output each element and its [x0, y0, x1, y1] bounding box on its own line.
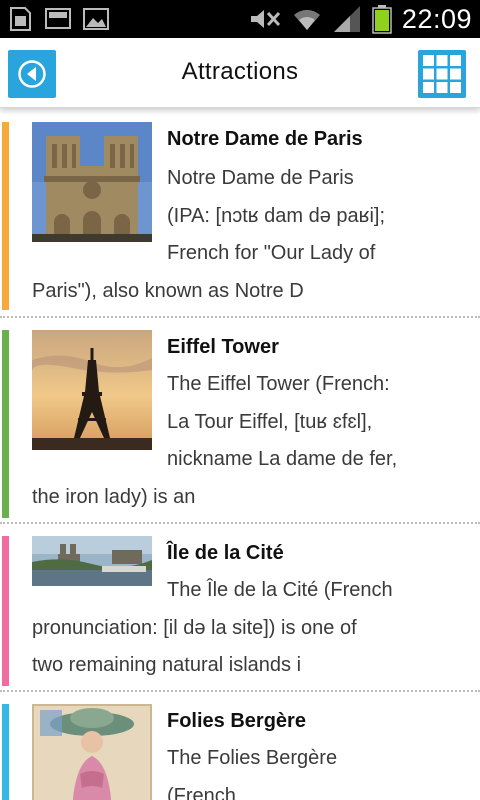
thumbnail-folies-bergere: [32, 704, 152, 800]
description-line: La Tour Eiffel, [tuʁ ɛfɛl],: [167, 411, 373, 433]
description-line: The Île de la Cité (French: [167, 579, 393, 601]
color-stripe: [2, 536, 9, 686]
description-line: French for "Our Lady of: [167, 242, 376, 264]
attraction-title: Île de la Cité: [167, 542, 284, 564]
attraction-title: Folies Bergère: [167, 710, 306, 732]
attraction-title: Eiffel Tower: [167, 336, 279, 358]
thumbnail-notre-dame: [32, 122, 152, 242]
description-line: Notre Dame de Paris: [167, 167, 354, 189]
color-stripe: [2, 704, 9, 800]
list-item-folies-bergere[interactable]: Folies Bergère The Folies Bergère (Frenc…: [0, 692, 480, 800]
description-line: the iron lady) is an: [32, 486, 196, 508]
color-stripe: [2, 122, 9, 310]
page-title: Attractions: [181, 58, 299, 85]
wifi-icon: [293, 9, 320, 30]
sim-card-icon: [10, 7, 31, 31]
status-bar: 22:09: [0, 0, 480, 38]
image-icon: [83, 8, 109, 30]
color-stripe: [2, 330, 9, 518]
description-line: pronunciation: [il də la site]) is one o…: [32, 617, 357, 639]
grid-view-button[interactable]: [418, 50, 466, 98]
screen-icon: [45, 8, 71, 29]
clock: 22:09: [401, 3, 472, 34]
description-line: two remaining natural islands i: [32, 654, 302, 676]
thumbnail-eiffel-tower: [32, 330, 152, 450]
description-line: (French: [167, 785, 236, 800]
attraction-title: Notre Dame de Paris: [167, 128, 363, 150]
list-item-ile-de-la-cite[interactable]: Île de la Cité The Île de la Cité (Frenc…: [0, 524, 480, 692]
description-line: (IPA: [nɔtʁ dam də paʁi];: [167, 205, 386, 227]
signal-icon: [333, 6, 360, 32]
description-line: nickname La dame de fer,: [167, 448, 398, 470]
thumbnail-ile-de-la-cite: [32, 536, 152, 586]
list-item-notre-dame[interactable]: Notre Dame de Paris Notre Dame de Paris …: [0, 110, 480, 318]
attractions-list: Notre Dame de Paris Notre Dame de Paris …: [0, 110, 480, 800]
list-item-eiffel-tower[interactable]: Eiffel Tower The Eiffel Tower (French: L…: [0, 318, 480, 524]
mute-icon: [250, 10, 281, 28]
action-bar: Attractions: [0, 38, 480, 108]
battery-icon: [372, 5, 392, 34]
description-line: The Folies Bergère: [167, 747, 338, 769]
grid-view-icon: [423, 55, 461, 93]
description-line: Paris"), also known as Notre D: [32, 280, 304, 302]
description-line: The Eiffel Tower (French:: [167, 373, 390, 395]
